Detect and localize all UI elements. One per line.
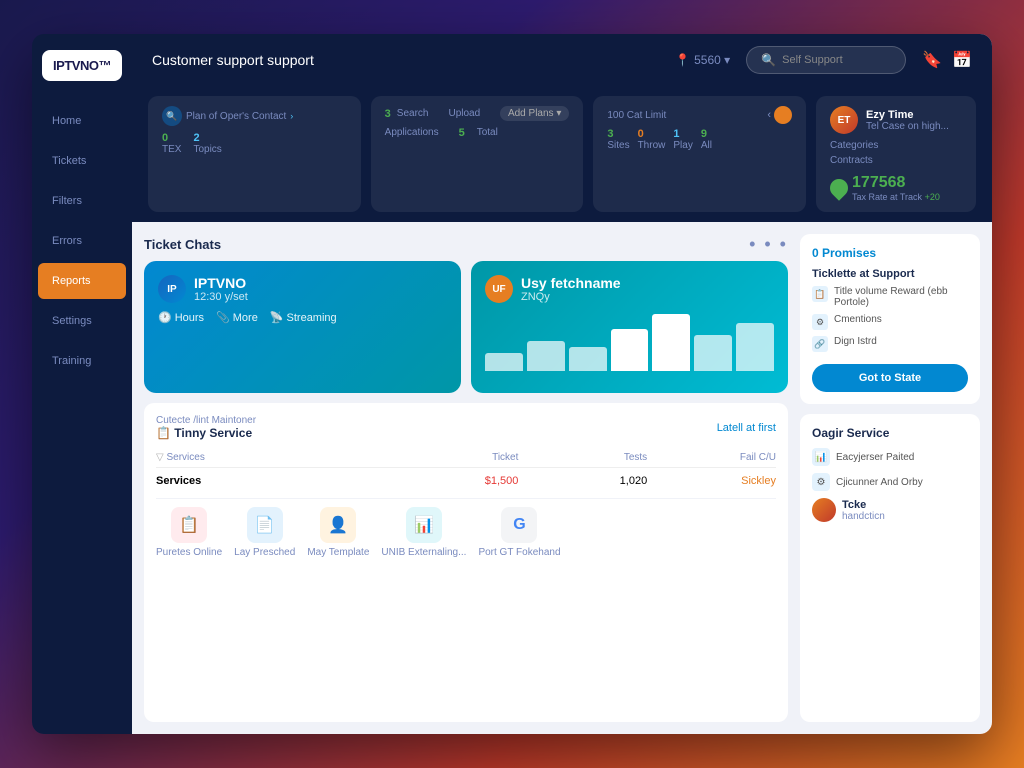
search-stat-icon: 🔍 [162,106,182,126]
bar-5 [652,314,690,371]
header: Customer support support 📍 5560 ▾ 🔍 Self… [132,34,992,86]
left-panel: Ticket Chats • • • IP IPTVNO 12:30 y/set [144,234,788,722]
promo-icon-2: ⚙ [812,314,828,330]
ticket-chats-title: Ticket Chats [144,237,221,252]
location-pin-icon: 📍 [675,53,690,67]
app-item-4[interactable]: G Port GT Fokehand [478,507,560,558]
ticket-chats-section: Ticket Chats • • • IP IPTVNO 12:30 y/set [144,234,788,393]
stat-card-1: 🔍 Plan of Oper's Contact › 0 TEX 2 Topic… [148,96,361,212]
quick-icon-1: 📊 [812,448,830,466]
stat-sites: 3 Sites [607,128,629,151]
stats-row: 🔍 Plan of Oper's Contact › 0 TEX 2 Topic… [132,86,992,222]
chat-cards: IP IPTVNO 12:30 y/set 🕐 Hours [144,261,788,393]
quick-icon-2: ⚙ [812,473,830,491]
app-item-0[interactable]: 📋 Puretes Online [156,507,222,558]
mini-bar-chart [485,311,774,371]
app-logo: IPTVNO™ [42,50,122,81]
bar-1 [485,353,523,371]
app-icon-port: G [513,516,525,534]
right-panel: 0 Promises Ticklette at Support 📋 Title … [800,234,980,722]
chat-action-streaming[interactable]: 📡 Streaming [270,311,337,324]
quick-item-1[interactable]: 📊 Eacyjerser Paited [812,448,968,466]
sidebar-item-training[interactable]: Training [38,343,126,379]
promo-icon-1: 📋 [812,286,828,302]
quick-links: Oagir Service 📊 Eacyjerser Paited ⚙ Cjic… [800,414,980,722]
stat-card-2: 3Search Upload Add Plans ▾ Applications … [371,96,584,212]
sidebar-item-settings[interactable]: Settings [38,303,126,339]
main-content: Customer support support 📍 5560 ▾ 🔍 Self… [132,34,992,734]
stat-topics: 2 Topics [193,132,221,155]
header-title: Customer support support [152,52,659,68]
stat-all: 9 All [701,128,712,151]
table-columns: ▽ Services Ticket Tests Fail C/U [156,448,776,468]
app-item-3[interactable]: 📊 UNIB Externaling... [381,507,466,558]
stat-card-4: ET Ezy Time Tel Case on high... Categori… [816,96,976,212]
promo-icon-3: 🔗 [812,336,828,352]
stat-card-3: 100 Cat Limit ‹ 3 Sites 0 Throw [593,96,806,212]
sidebar-item-errors[interactable]: Errors [38,223,126,259]
user-quick: Tcke handcticn [812,498,968,522]
table-link[interactable]: Latell at first [717,422,776,434]
chat-card-2: UF Usy fetchname ZNQy [471,261,788,393]
small-avatar [812,498,836,522]
nav-circle[interactable] [774,106,792,124]
search-icon: 🔍 [761,53,776,67]
sidebar-item-reports[interactable]: Reports [38,263,126,299]
user-avatar: ET [830,106,858,134]
table-icon: 📋 [156,426,171,440]
chat-card-1: IP IPTVNO 12:30 y/set 🕐 Hours [144,261,461,393]
stat-play: 1 Play [673,128,692,151]
location-selector[interactable]: 📍 5560 ▾ [675,53,730,67]
stat-throw: 0 Throw [638,128,666,151]
bar-6 [694,335,732,371]
add-plans-dropdown[interactable]: Add Plans ▾ [500,106,569,121]
calendar-icon[interactable]: 📅 [952,50,972,70]
app-icon-may: 👤 [328,515,348,535]
map-pin-icon [826,175,851,200]
search-bar[interactable]: 🔍 Self Support [746,46,906,74]
promo-item-1: 📋 Title volume Reward (ebb Portole) [812,286,968,308]
chat-action-more[interactable]: 📎 More [216,311,258,324]
app-icon-lay: 📄 [255,515,275,535]
app-item-2[interactable]: 👤 May Template [307,507,369,558]
promo-button[interactable]: Got to State [812,364,968,392]
more-icon: 📎 [216,311,230,324]
service-table: Cutecte /lint Maintoner 📋 Tinny Service … [144,403,788,722]
app-container: IPTVNO™ Home Tickets Filters Errors Repo… [32,34,992,734]
promo-item-2: ⚙ Cmentions [812,314,968,330]
sidebar: IPTVNO™ Home Tickets Filters Errors Repo… [32,34,132,734]
sidebar-item-filters[interactable]: Filters [38,183,126,219]
main-body: Ticket Chats • • • IP IPTVNO 12:30 y/set [132,222,992,734]
chat-action-hours[interactable]: 🕐 Hours [158,311,204,324]
chat-avatar-2: UF [485,275,513,303]
more-options-btn[interactable]: • • • [749,234,788,255]
app-item-1[interactable]: 📄 Lay Presched [234,507,295,558]
app-icons-row: 📋 Puretes Online 📄 Lay Presched [156,498,776,558]
sidebar-item-tickets[interactable]: Tickets [38,143,126,179]
chat-avatar-1: IP [158,275,186,303]
sidebar-item-home[interactable]: Home [38,103,126,139]
bar-2 [527,341,565,371]
streaming-icon: 📡 [270,311,284,324]
bar-3 [569,347,607,371]
promo-card: 0 Promises Ticklette at Support 📋 Title … [800,234,980,404]
header-icons: 🔖 📅 [922,50,972,70]
hours-icon: 🕐 [158,311,172,324]
stat-tex: 0 TEX [162,132,181,155]
bar-7 [736,323,774,371]
quick-item-2[interactable]: ⚙ Cjicunner And Orby [812,473,968,491]
app-icon-unib: 📊 [414,515,434,535]
promo-item-3: 🔗 Dign Istrd [812,336,968,352]
table-row: Services $1,500 1,020 Sickley [156,472,776,490]
bookmark-icon[interactable]: 🔖 [922,50,942,70]
app-icon-puretes: 📋 [179,515,199,535]
filter-icon: ▽ [156,452,164,463]
bar-4 [611,329,649,371]
